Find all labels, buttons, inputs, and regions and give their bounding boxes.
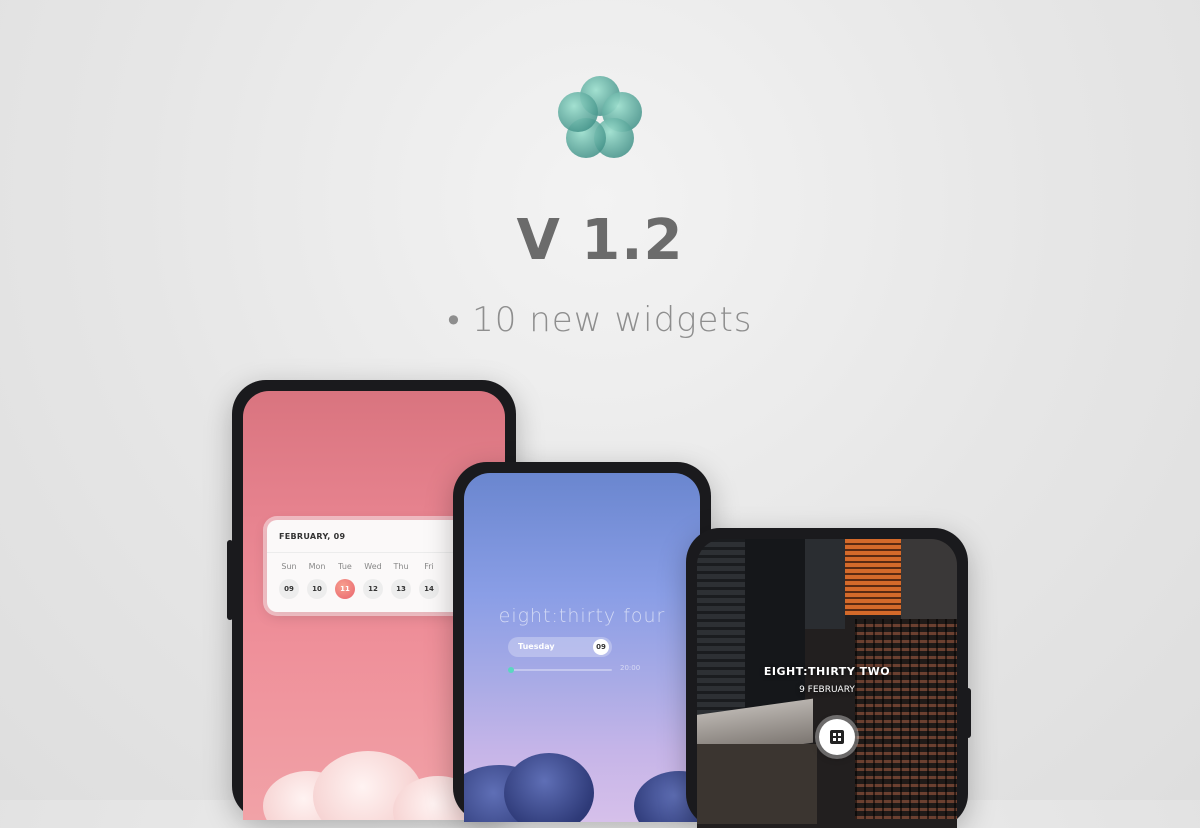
weekday-sun: Sun — [281, 562, 297, 571]
date-chip[interactable]: 10 — [307, 579, 327, 599]
building — [845, 539, 901, 615]
building — [901, 539, 957, 619]
sky-wallpaper: eight:thirty four Tuesday 09 20:00 — [464, 473, 700, 822]
version-title: V 1.2 — [516, 208, 684, 273]
weekday-fri: Fri — [424, 562, 434, 571]
date-text: 9 FEBRUARY — [799, 685, 855, 695]
feature-note: • 10 new widgets — [447, 300, 753, 340]
divider — [267, 552, 477, 553]
weekday-wed: Wed — [364, 562, 382, 571]
phone-city: EIGHT:THIRTY TWO 9 FEBRUARY — [686, 528, 971, 828]
date-chip[interactable]: 13 — [391, 579, 411, 599]
date-chip-selected[interactable]: 11 — [335, 579, 355, 599]
progress-end-time: 20:00 — [620, 664, 641, 672]
date-chip[interactable]: 14 — [419, 579, 439, 599]
apps-button[interactable] — [819, 719, 855, 755]
city-wallpaper: EIGHT:THIRTY TWO 9 FEBRUARY — [697, 539, 957, 828]
day-label: Tuesday — [518, 642, 555, 651]
building — [855, 619, 957, 819]
clock-widget-text: eight:thirty four — [498, 605, 666, 627]
calendar-title: FEBRUARY, 09 — [279, 532, 346, 541]
flower-logo-icon — [558, 76, 642, 158]
weekday-mon: Mon — [308, 562, 326, 571]
day-pill[interactable]: Tuesday 09 — [508, 637, 612, 657]
clock-widget-text: EIGHT:THIRTY TWO — [763, 665, 891, 678]
weekday-tue: Tue — [338, 562, 352, 571]
phone-sky: eight:thirty four Tuesday 09 20:00 — [453, 462, 711, 822]
date-chip[interactable]: 12 — [363, 579, 383, 599]
progress-dot — [508, 667, 514, 673]
building — [805, 539, 845, 629]
date-chip[interactable]: 09 — [279, 579, 299, 599]
day-number-badge: 09 — [593, 639, 609, 655]
building — [697, 744, 817, 824]
day-progress-bar — [508, 667, 612, 673]
weekday-thu: Thu — [393, 562, 409, 571]
grid-icon — [830, 730, 844, 744]
calendar-widget[interactable]: FEBRUARY, 09 Sun Mon Tue Wed Thu Fri 09 … — [267, 520, 477, 612]
